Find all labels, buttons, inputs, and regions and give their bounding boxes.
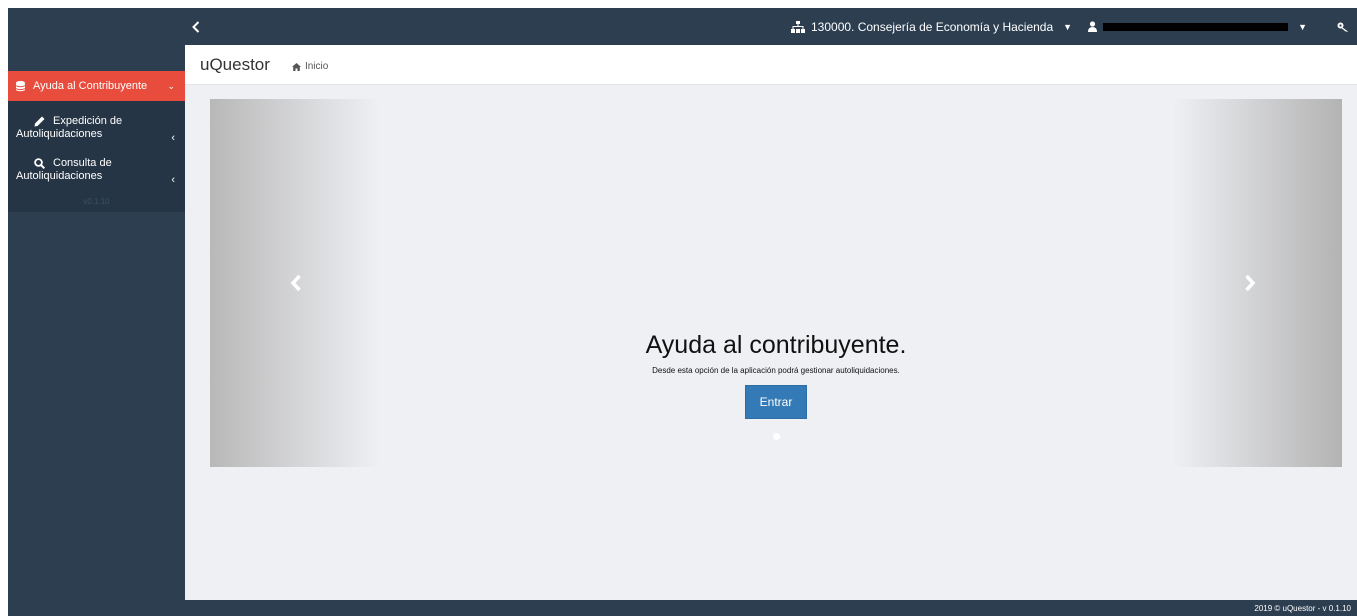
navbar-brand-area <box>8 8 185 45</box>
carousel-indicators <box>210 433 1342 440</box>
sidebar-version: v0.1.10 <box>83 197 110 206</box>
search-icon <box>34 158 45 169</box>
carousel-description: Desde esta opción de la aplicación podrá… <box>652 366 900 375</box>
sidebar-toggle-button[interactable] <box>185 8 207 45</box>
chevron-left-icon <box>290 274 301 292</box>
sidebar-item-label: Consulta de <box>53 157 112 169</box>
organization-label: 130000. Consejería de Economía y Haciend… <box>811 19 1054 34</box>
sidebar-submenu: Expedición de Autoliquidaciones ‹ Consul… <box>8 101 185 212</box>
sidebar-item-label: Ayuda al Contribuyente <box>33 80 148 92</box>
sidebar-item-label: Autoliquidaciones <box>16 170 103 182</box>
chevron-down-icon: ⌄ <box>167 80 175 91</box>
sitemap-icon <box>791 20 805 33</box>
sidebar-item-label: Autoliquidaciones <box>16 128 103 140</box>
database-icon <box>16 80 25 91</box>
home-icon <box>291 62 301 71</box>
sidebar-item-label: Expedición de <box>53 115 123 127</box>
breadcrumb-home: Inicio <box>304 61 329 72</box>
sidebar-item-ayuda-contribuyente[interactable]: Ayuda al Contribuyente ⌄ <box>8 71 185 101</box>
caret-down-icon: ▼ <box>1063 21 1073 32</box>
carousel-indicator-dot[interactable] <box>772 433 780 440</box>
sidebar: Ayuda al Contribuyente ⌄ Expedición de A… <box>8 45 185 600</box>
user-dropdown[interactable]: ▼ <box>1088 21 1307 32</box>
carousel-heading: Ayuda al contribuyente. <box>645 331 907 359</box>
app-title: uQuestor <box>200 54 270 74</box>
organization-dropdown[interactable]: 130000. Consejería de Economía y Haciend… <box>791 20 1072 34</box>
caret-down-icon: ▼ <box>1298 21 1307 32</box>
sidebar-item-expedicion-autoliquidaciones[interactable]: Expedición de Autoliquidaciones ‹ <box>8 107 185 149</box>
user-icon <box>1088 21 1098 32</box>
breadcrumb[interactable]: Inicio <box>291 61 329 72</box>
pencil-icon <box>34 116 45 127</box>
top-navbar: 130000. Consejería de Economía y Haciend… <box>8 8 1357 45</box>
footer: 2019 © uQuestor - v 0.1.10 <box>8 600 1357 616</box>
key-icon <box>1337 22 1348 32</box>
carousel: Ayuda al contribuyente. Desde esta opció… <box>210 99 1342 467</box>
page-header: uQuestor Inicio <box>185 45 1357 85</box>
redacted-username <box>1103 22 1289 31</box>
carousel-caption: Ayuda al contribuyente. Desde esta opció… <box>210 331 1342 419</box>
enter-button[interactable]: Entrar <box>744 385 808 419</box>
sidebar-item-consulta-autoliquidaciones[interactable]: Consulta de Autoliquidaciones ‹ <box>8 149 185 191</box>
chevron-left-icon <box>192 20 200 33</box>
main-content: Ayuda al contribuyente. Desde esta opció… <box>185 85 1357 600</box>
chevron-left-icon: ‹ <box>171 132 175 144</box>
chevron-left-icon: ‹ <box>171 174 175 186</box>
footer-text: 2019 © uQuestor - v 0.1.10 <box>1254 603 1351 613</box>
key-button[interactable] <box>1337 22 1349 32</box>
chevron-right-icon <box>1245 274 1256 292</box>
